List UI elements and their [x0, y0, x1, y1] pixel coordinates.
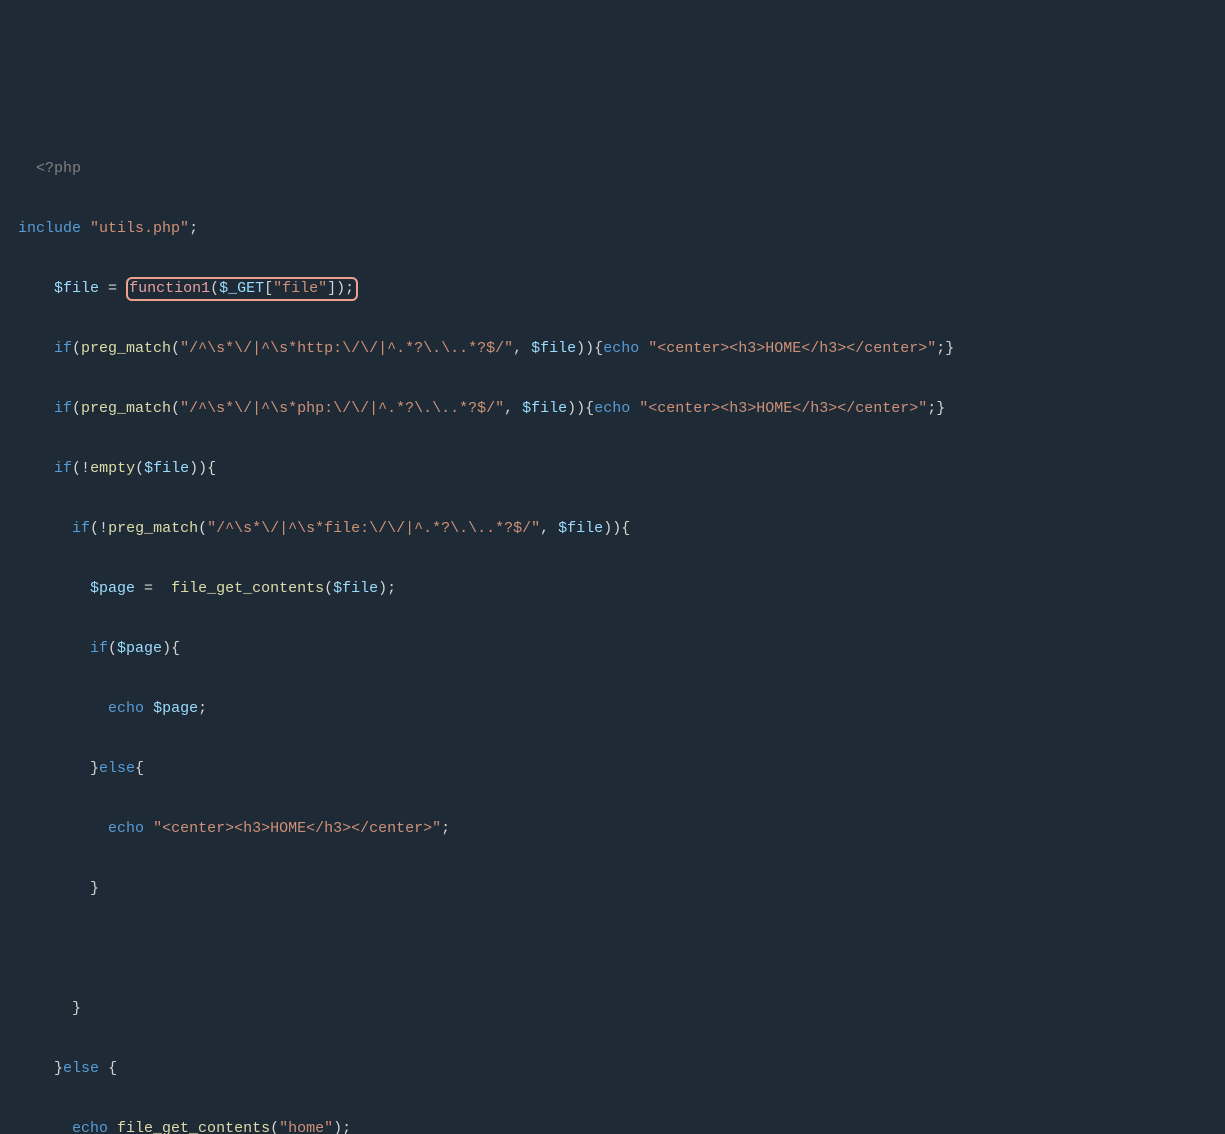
code-line: echo file_get_contents("home");	[0, 1114, 1225, 1134]
regex: "/^\s*\/|^\s*http:\/\/|^.*?\.\..*?$/"	[180, 340, 513, 357]
code-line: echo $page;	[0, 694, 1225, 724]
code-line: if($page){	[0, 634, 1225, 664]
fn-pregmatch: preg_match	[81, 340, 171, 357]
regex: "/^\s*\/|^\s*file:\/\/|^.*?\.\..*?$/"	[207, 520, 540, 537]
code-line: $file = function1($_GET["file"]);	[0, 274, 1225, 304]
kw-if: if	[54, 460, 72, 477]
code-line: }else {	[0, 1054, 1225, 1084]
code-block: <?php include "utils.php"; $file = funct…	[0, 120, 1225, 1134]
kw-echo: echo	[108, 820, 144, 837]
kw-if: if	[90, 640, 108, 657]
fn-empty: empty	[90, 460, 135, 477]
kw-if: if	[54, 400, 72, 417]
var-page: $page	[90, 580, 135, 597]
code-line: include "utils.php";	[0, 214, 1225, 244]
kw-echo: echo	[72, 1120, 108, 1134]
var-file: $file	[144, 460, 189, 477]
highlight-box: function1($_GET["file"]);	[126, 277, 358, 301]
fn-pregmatch: preg_match	[81, 400, 171, 417]
var-page: $page	[153, 700, 198, 717]
code-line: echo "<center><h3>HOME</h3></center>";	[0, 814, 1225, 844]
code-line: }	[0, 874, 1225, 904]
kw-echo: echo	[108, 700, 144, 717]
kw-include: include	[18, 220, 81, 237]
var-file: $file	[531, 340, 576, 357]
kw-else: else	[63, 1060, 99, 1077]
kw-else: else	[99, 760, 135, 777]
code-line: if(preg_match("/^\s*\/|^\s*php:\/\/|^.*?…	[0, 394, 1225, 424]
var-get: $_GET	[219, 280, 264, 297]
code-line: <?php	[0, 154, 1225, 184]
regex: "/^\s*\/|^\s*php:\/\/|^.*?\.\..*?$/"	[180, 400, 504, 417]
code-line	[0, 934, 1225, 964]
var-file: $file	[558, 520, 603, 537]
kw-if: if	[72, 520, 90, 537]
string: "utils.php"	[90, 220, 189, 237]
code-line: if(preg_match("/^\s*\/|^\s*http:\/\/|^.*…	[0, 334, 1225, 364]
fn-function1: function1	[129, 280, 210, 297]
kw-echo: echo	[594, 400, 630, 417]
kw-echo: echo	[603, 340, 639, 357]
php-open-tag: <?php	[36, 160, 81, 177]
var-file: $file	[522, 400, 567, 417]
var-page: $page	[117, 640, 162, 657]
var-file: $file	[333, 580, 378, 597]
code-line: }else{	[0, 754, 1225, 784]
code-line: if(!preg_match("/^\s*\/|^\s*file:\/\/|^.…	[0, 514, 1225, 544]
fn-pregmatch: preg_match	[108, 520, 198, 537]
code-line: $page = file_get_contents($file);	[0, 574, 1225, 604]
string: "<center><h3>HOME</h3></center>"	[648, 340, 936, 357]
string: "<center><h3>HOME</h3></center>"	[639, 400, 927, 417]
string: "<center><h3>HOME</h3></center>"	[153, 820, 441, 837]
fn-filegetcontents: file_get_contents	[117, 1120, 270, 1134]
code-line: if(!empty($file)){	[0, 454, 1225, 484]
fn-filegetcontents: file_get_contents	[171, 580, 324, 597]
code-line: }	[0, 994, 1225, 1024]
string: "file"	[273, 280, 327, 297]
kw-if: if	[54, 340, 72, 357]
var-file: $file	[54, 280, 99, 297]
string: "home"	[279, 1120, 333, 1134]
